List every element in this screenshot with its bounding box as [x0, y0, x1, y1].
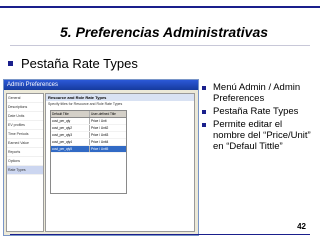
grid-header-default-title[interactable]: Default Title — [51, 111, 90, 117]
page-number: 42 — [297, 222, 306, 231]
grid-cell: cost_per_qty — [51, 118, 90, 124]
grid-cell: cost_per_qty5 — [51, 146, 90, 152]
nav-item-earned-value[interactable]: Earned Value — [7, 139, 43, 148]
nav-item-general[interactable]: General — [7, 94, 43, 103]
grid-header: Default Title User-defined Title — [51, 111, 126, 118]
note-text: Pestaña Rate Types — [213, 106, 299, 117]
nav-item-reports[interactable]: Reports — [7, 148, 43, 157]
note-text: Menú Admin / Admin Preferences — [213, 82, 301, 104]
panel-heading: Resource and Role Rate Types — [46, 94, 194, 101]
nav-item-rate-types[interactable]: Rate Types — [7, 166, 43, 175]
nav-item-options[interactable]: Options — [7, 157, 43, 166]
rate-types-grid: Default Title User-defined Title cost_pe… — [50, 110, 127, 194]
list-item: Menú Admin / Admin Preferences — [200, 82, 315, 104]
grid-cell[interactable]: Price / Unit5 — [90, 146, 126, 152]
grid-empty-area — [51, 153, 126, 193]
table-row[interactable]: cost_per_qty2 Price / Unit2 — [51, 125, 126, 132]
grid-cell[interactable]: Price / Unit3 — [90, 132, 126, 138]
square-bullet-icon — [202, 110, 206, 114]
bottom-rule — [10, 234, 310, 235]
main-bullet-text: Pestaña Rate Types — [21, 56, 138, 71]
title-divider — [10, 45, 310, 46]
list-item: Permite editar el nombre del “Price/Unit… — [200, 119, 315, 152]
list-item: Pestaña Rate Types — [200, 106, 315, 117]
grid-cell[interactable]: Price / Unit4 — [90, 139, 126, 145]
panel-subtitle: Specify titles for Resource and Role Rat… — [48, 102, 123, 106]
square-bullet-icon — [202, 86, 206, 90]
main-bullet: Pestaña Rate Types — [8, 56, 138, 71]
table-row[interactable]: cost_per_qty Price / Unit — [51, 118, 126, 125]
notes-list: Menú Admin / Admin Preferences Pestaña R… — [200, 82, 315, 154]
grid-cell: cost_per_qty3 — [51, 132, 90, 138]
grid-header-user-title[interactable]: User-defined Title — [90, 111, 126, 117]
nav-item-descriptions[interactable]: Descriptions — [7, 103, 43, 112]
square-bullet-icon — [8, 61, 13, 67]
top-rule — [0, 6, 320, 8]
grid-cell[interactable]: Price / Unit — [90, 118, 126, 124]
admin-preferences-dialog: Admin Preferences General Descriptions D… — [3, 79, 199, 236]
note-text: Permite editar el nombre del “Price/Unit… — [213, 119, 311, 152]
slide-title: 5. Preferencias Administrativas — [60, 24, 269, 40]
dialog-titlebar: Admin Preferences — [4, 80, 198, 90]
table-row[interactable]: cost_per_qty3 Price / Unit3 — [51, 132, 126, 139]
dialog-nav: General Descriptions Date Units EV profi… — [6, 93, 44, 232]
grid-cell[interactable]: Price / Unit2 — [90, 125, 126, 131]
grid-cell: cost_per_qty4 — [51, 139, 90, 145]
nav-item-time-periods[interactable]: Time Periods — [7, 130, 43, 139]
nav-item-date-units[interactable]: Date Units — [7, 112, 43, 121]
rate-types-panel: Resource and Role Rate Types Specify tit… — [45, 93, 195, 232]
nav-item-ev-profiles[interactable]: EV profiles — [7, 121, 43, 130]
grid-cell: cost_per_qty2 — [51, 125, 90, 131]
table-row[interactable]: cost_per_qty5 Price / Unit5 — [51, 146, 126, 153]
table-row[interactable]: cost_per_qty4 Price / Unit4 — [51, 139, 126, 146]
square-bullet-icon — [202, 123, 206, 127]
